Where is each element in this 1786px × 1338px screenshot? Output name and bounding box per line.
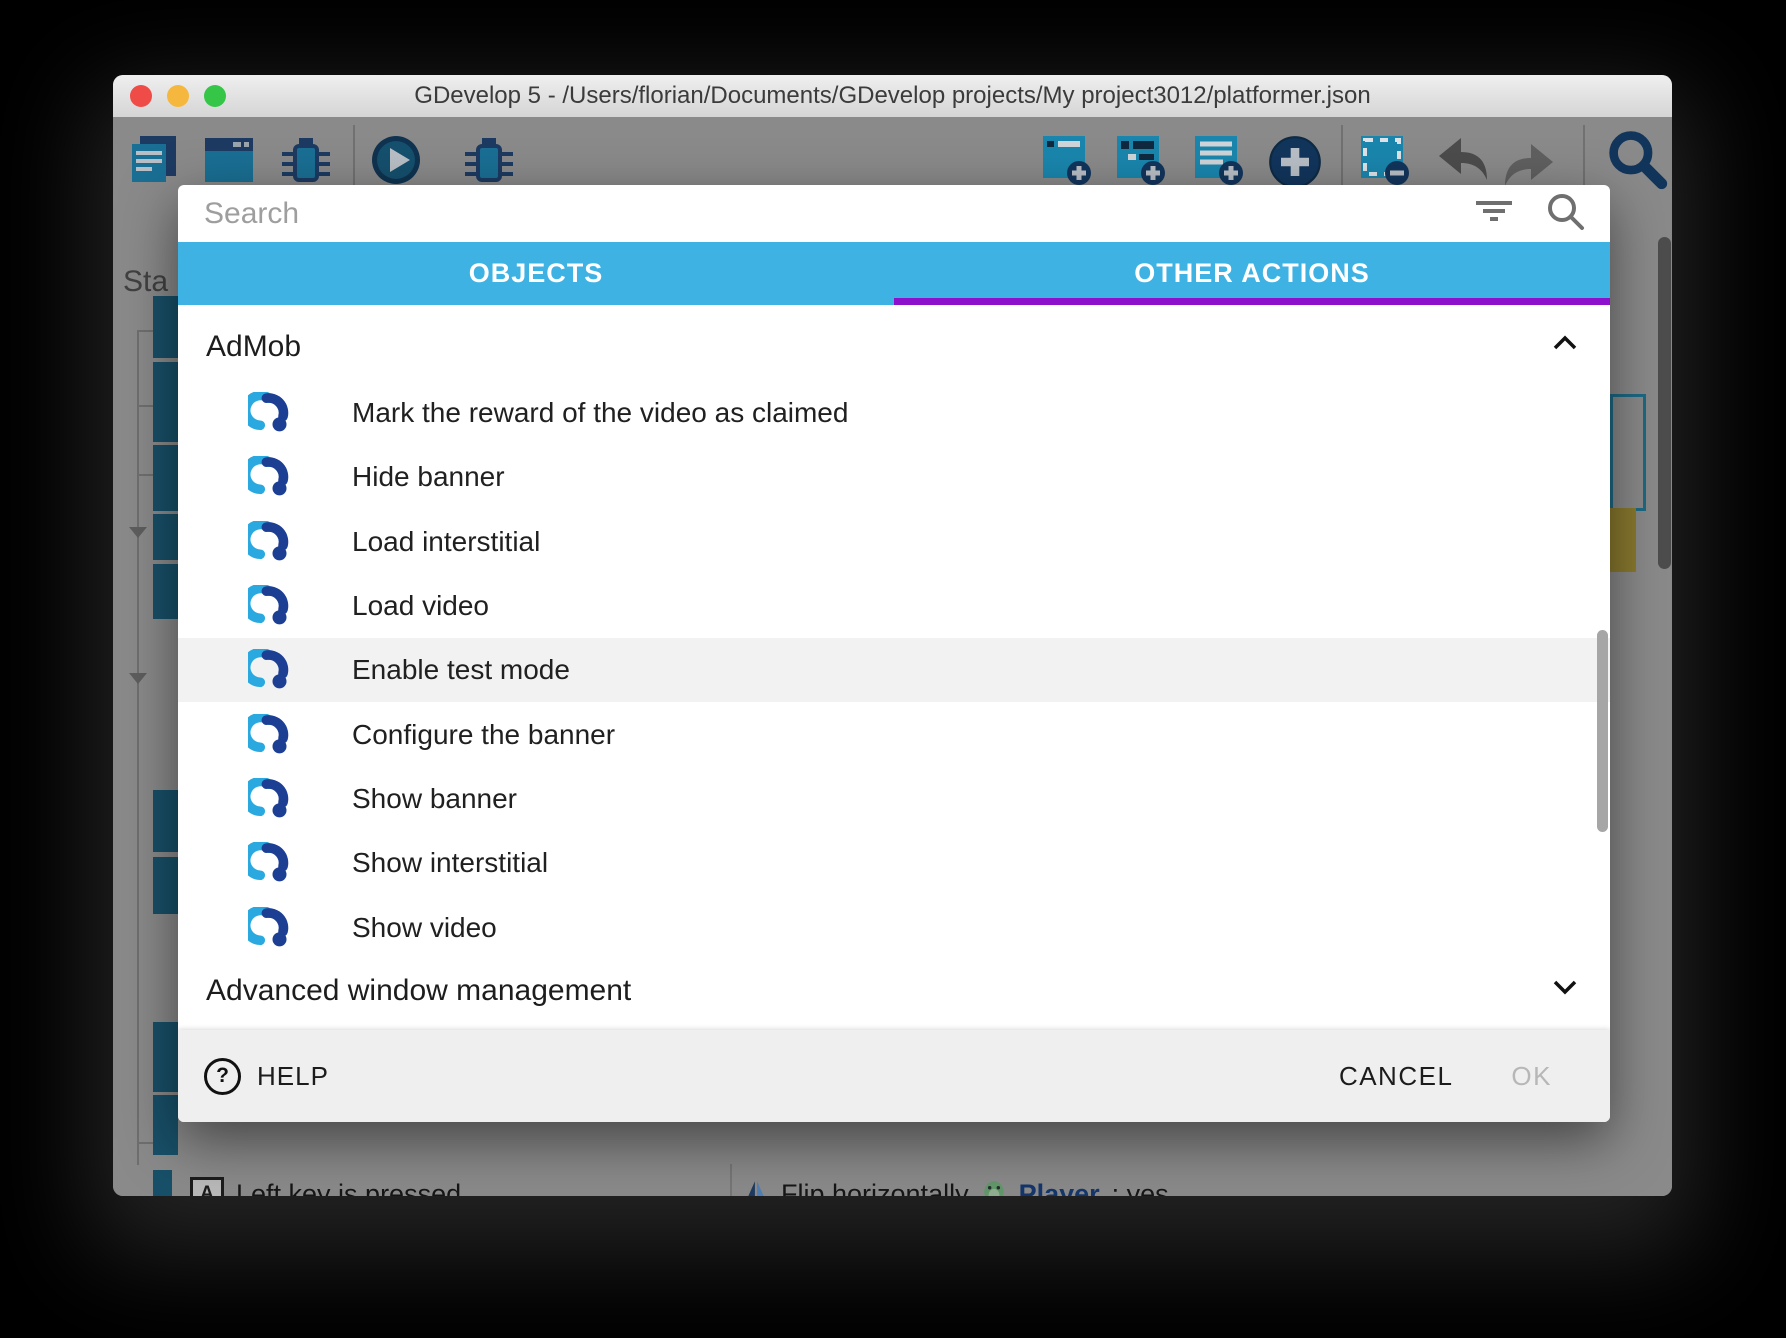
action-item[interactable]: Show interstitial: [178, 831, 1610, 895]
action-object-name: Player: [1019, 1179, 1100, 1197]
project-manager-icon[interactable]: [128, 134, 180, 186]
background-event-block: [153, 857, 178, 914]
event-condition: A Left key is pressed: [190, 1173, 461, 1196]
scene-editor-icon[interactable]: [203, 134, 255, 186]
add-comment-icon[interactable]: [1193, 134, 1245, 186]
zoom-window-button[interactable]: [204, 85, 226, 107]
background-event-block: [153, 296, 178, 358]
background-event-block: [153, 445, 178, 511]
tab-objects[interactable]: OBJECTS: [178, 242, 894, 305]
event-action: Flip horizontally Player : yes: [743, 1173, 1169, 1196]
debugger-icon[interactable]: [280, 134, 332, 186]
redo-icon[interactable]: [1501, 134, 1553, 186]
choose-action-dialog: OBJECTS OTHER ACTIONS AdMob Mark the rew…: [178, 185, 1610, 1122]
scene-tab-label-partial: Sta: [123, 265, 168, 299]
dialog-tabs: OBJECTS OTHER ACTIONS: [178, 242, 1610, 305]
search-events-icon[interactable]: [1605, 127, 1657, 179]
debug-run-icon[interactable]: [463, 134, 515, 186]
search-bar: [178, 185, 1610, 242]
action-item[interactable]: Show banner: [178, 767, 1610, 831]
background-comment-block: [1610, 508, 1636, 572]
admob-icon: [248, 842, 290, 884]
chevron-up-icon[interactable]: [1548, 330, 1582, 364]
add-event-icon[interactable]: [1041, 134, 1093, 186]
admob-icon: [248, 714, 290, 756]
background-event-block: [153, 362, 178, 442]
add-subevent-icon[interactable]: [1115, 134, 1167, 186]
action-item[interactable]: Mark the reward of the video as claimed: [178, 381, 1610, 445]
dialog-footer: ? HELP CANCEL OK: [178, 1030, 1610, 1122]
undo-icon[interactable]: [1435, 134, 1487, 186]
close-window-button[interactable]: [130, 85, 152, 107]
window-title: GDevelop 5 - /Users/florian/Documents/GD…: [414, 82, 1370, 110]
player-object-icon: [981, 1178, 1007, 1197]
section-header-admob[interactable]: AdMob: [178, 315, 1610, 379]
add-circle-icon[interactable]: [1267, 134, 1319, 186]
toolbar-separator: [1583, 125, 1585, 187]
admob-icon: [248, 778, 290, 820]
help-button[interactable]: ? HELP: [204, 1058, 329, 1095]
action-value: : yes: [1112, 1179, 1169, 1197]
admob-icon: [248, 456, 290, 498]
tab-other-actions[interactable]: OTHER ACTIONS: [894, 242, 1610, 305]
play-icon[interactable]: [370, 134, 422, 186]
background-event-block: [153, 1022, 178, 1092]
action-item-selected[interactable]: Enable test mode: [178, 638, 1610, 702]
ok-button-disabled[interactable]: OK: [1511, 1061, 1552, 1092]
chevron-down-icon[interactable]: [1548, 974, 1582, 1008]
actions-list: AdMob Mark the reward of the video as cl…: [178, 305, 1610, 1030]
admob-icon: [248, 521, 290, 563]
flip-icon: [743, 1178, 769, 1197]
active-tab-indicator: [894, 298, 1610, 305]
background-event-block: [153, 514, 178, 560]
action-item[interactable]: Configure the banner: [178, 703, 1610, 767]
help-circle-icon: ?: [204, 1058, 241, 1095]
background-event-block: [153, 1095, 178, 1155]
minimize-window-button[interactable]: [167, 85, 189, 107]
filter-icon[interactable]: [1474, 193, 1514, 234]
action-item[interactable]: Load interstitial: [178, 510, 1610, 574]
collapse-arrow-icon[interactable]: [129, 527, 147, 538]
admob-icon: [248, 585, 290, 627]
section-header-advanced-window-management[interactable]: Advanced window management: [178, 959, 1610, 1023]
search-input[interactable]: [202, 196, 1444, 232]
action-item[interactable]: Load video: [178, 574, 1610, 638]
events-scrollbar[interactable]: [1658, 237, 1671, 569]
action-item[interactable]: Show video: [178, 896, 1610, 960]
action-item[interactable]: Hide banner: [178, 445, 1610, 509]
event-tree-line: [137, 330, 139, 1165]
background-event-block: [153, 790, 178, 852]
keyboard-key-icon: A: [190, 1177, 224, 1196]
condition-text: Left key is pressed: [236, 1179, 461, 1197]
toolbar-separator: [1341, 125, 1343, 187]
admob-icon: [248, 907, 290, 949]
admob-icon: [248, 392, 290, 434]
background-event-block: [153, 1170, 172, 1196]
dialog-scrollbar[interactable]: [1597, 630, 1608, 832]
toolbar-separator: [353, 125, 355, 187]
collapse-arrow-icon[interactable]: [129, 673, 147, 684]
condition-action-divider: [730, 1164, 732, 1196]
gdevelop-window: GDevelop 5 - /Users/florian/Documents/GD…: [113, 75, 1672, 1196]
action-text: Flip horizontally: [781, 1179, 969, 1197]
admob-icon: [248, 649, 290, 691]
background-event-outline: [1610, 394, 1646, 511]
search-icon[interactable]: [1544, 190, 1586, 237]
cancel-button[interactable]: CANCEL: [1339, 1061, 1453, 1092]
title-bar: GDevelop 5 - /Users/florian/Documents/GD…: [113, 75, 1672, 118]
background-event-block: [153, 564, 178, 619]
delete-event-icon[interactable]: [1359, 134, 1411, 186]
